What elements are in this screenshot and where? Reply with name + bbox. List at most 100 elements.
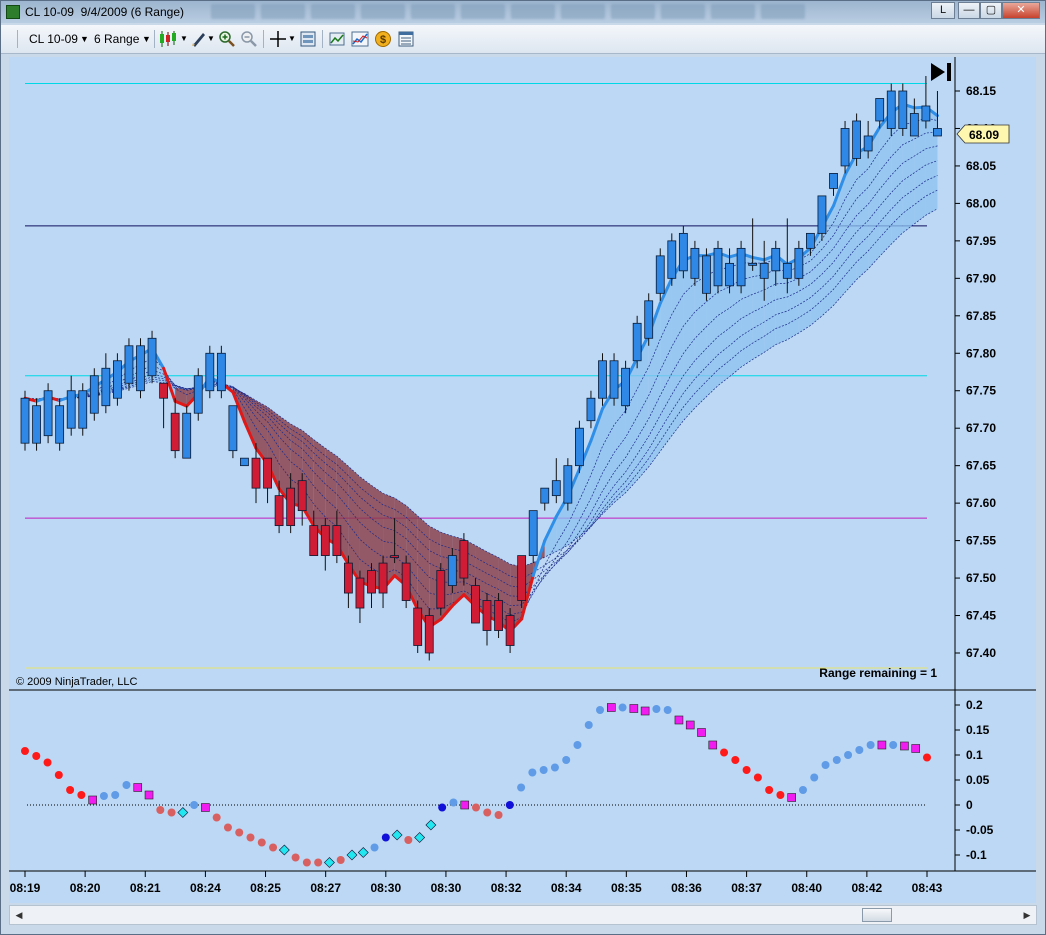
- oscillator-dot: [528, 768, 537, 777]
- price-axis-label: 67.70: [966, 421, 996, 435]
- oscillator-axis-label: 0.15: [966, 723, 990, 737]
- app-icon: [6, 5, 20, 19]
- chart-panel[interactable]: 68.1568.1068.0568.0067.9567.9067.8567.80…: [9, 57, 1036, 903]
- svg-text:$: $: [380, 34, 386, 46]
- scroll-right-icon[interactable]: ▶: [1020, 908, 1034, 922]
- oscillator-dot: [505, 801, 514, 809]
- candle-body: [517, 555, 527, 601]
- zoom-out-icon[interactable]: [240, 30, 258, 48]
- interval-dropdown-icon[interactable]: ▼: [142, 30, 151, 48]
- oscillator-dot: [810, 773, 819, 782]
- candle-body: [89, 375, 99, 414]
- candle-body: [875, 98, 885, 122]
- horizontal-scrollbar[interactable]: ◀ ▶: [9, 905, 1037, 925]
- candle-body: [655, 255, 665, 294]
- ribbon-segment: [879, 112, 892, 257]
- candle-body: [20, 397, 30, 444]
- oscillator-dot: [832, 756, 841, 764]
- oscillator-dot: [291, 853, 300, 862]
- candle-body: [702, 255, 711, 294]
- oscillator-dot: [923, 753, 931, 762]
- candle-body: [147, 337, 157, 377]
- ribbon-segment: [683, 255, 695, 421]
- candle-body: [471, 585, 480, 624]
- candle-body: [367, 570, 376, 594]
- oscillator-dot: [381, 833, 390, 842]
- current-price-label: 68.09: [969, 128, 999, 142]
- candle-body: [921, 105, 931, 122]
- candle-body: [909, 113, 919, 137]
- oscillator-axis-label: -0.05: [966, 823, 994, 837]
- price-axis-label: 67.55: [966, 534, 996, 548]
- time-axis-label: 08:30: [370, 881, 401, 895]
- oscillator-dot: [798, 786, 807, 794]
- instrument-selector[interactable]: CL 10-09: [29, 30, 78, 48]
- pin-button[interactable]: L: [931, 2, 955, 19]
- oscillator-square: [629, 704, 639, 713]
- instrument-dropdown-icon[interactable]: ▼: [80, 30, 89, 48]
- oscillator-dot: [269, 843, 278, 852]
- oscillator-square: [133, 783, 143, 792]
- toolbar-separator: [154, 30, 155, 48]
- oscillator-dot: [889, 741, 898, 749]
- indicators-icon[interactable]: [329, 30, 347, 48]
- candlestick-style-icon[interactable]: [159, 30, 181, 48]
- oscillator-dot: [855, 746, 864, 754]
- oscillator-dot: [517, 783, 526, 792]
- candle-body: [55, 405, 65, 444]
- candle-body: [898, 90, 908, 129]
- ribbon-segment: [856, 146, 869, 280]
- candle-body: [170, 412, 180, 452]
- candle-body: [863, 135, 873, 152]
- toolbar-grip: [17, 30, 18, 48]
- interval-selector[interactable]: 6 Range: [94, 30, 139, 48]
- price-axis-label: 67.40: [966, 646, 996, 660]
- close-button[interactable]: ✕: [1002, 2, 1040, 19]
- price-axis-label: 67.80: [966, 346, 996, 360]
- candle-body: [401, 562, 411, 601]
- zoom-in-icon[interactable]: [218, 30, 236, 48]
- chart-toolbar: CL 10-09 ▼ 6 Range ▼ ▼ ▼ ▼ $: [1, 25, 1045, 54]
- candle-body: [725, 262, 734, 287]
- time-axis-label: 08:21: [130, 881, 161, 895]
- time-axis-label: 08:20: [70, 881, 101, 895]
- oscillator-square: [606, 703, 616, 712]
- candle-body: [193, 375, 203, 414]
- oscillator-dot: [753, 773, 762, 782]
- oscillator-dot: [77, 791, 86, 799]
- price-axis-label: 67.45: [966, 609, 996, 623]
- candle-body: [66, 390, 76, 429]
- oscillator-axis-label: 0.2: [966, 698, 983, 712]
- oscillator-square: [900, 741, 909, 751]
- maximize-button[interactable]: ▢: [980, 2, 1002, 19]
- price-axis-label: 68.00: [966, 196, 996, 210]
- candle-body: [852, 120, 861, 159]
- oscillator-dot: [866, 741, 875, 749]
- candle-body: [598, 360, 607, 399]
- properties-icon[interactable]: [397, 30, 415, 48]
- ribbon-segment: [660, 278, 672, 452]
- data-box-icon[interactable]: [299, 30, 317, 48]
- style-dropdown-icon[interactable]: ▼: [180, 30, 188, 48]
- candle-body: [436, 570, 446, 609]
- candle-body: [563, 465, 573, 504]
- title-bar[interactable]: CL 10-09 9/4/2009 (6 Range) L — ▢ ✕: [1, 1, 1045, 23]
- scroll-thumb[interactable]: [862, 908, 892, 922]
- minimize-button[interactable]: —: [958, 2, 980, 19]
- order-icon[interactable]: $: [374, 30, 392, 48]
- oscillator-dot: [336, 856, 345, 864]
- oscillator-dot: [596, 706, 605, 714]
- oscillator-dot: [111, 791, 120, 799]
- strategies-icon[interactable]: [351, 30, 369, 48]
- crosshair-dropdown-icon[interactable]: ▼: [288, 30, 296, 48]
- drawing-tool-icon[interactable]: [190, 30, 208, 48]
- candle-body: [829, 173, 838, 189]
- time-axis-label: 08:34: [551, 881, 582, 895]
- candle-body: [101, 367, 111, 407]
- crosshair-icon[interactable]: [269, 30, 287, 48]
- candle-body: [632, 322, 642, 362]
- scroll-left-icon[interactable]: ◀: [12, 908, 26, 922]
- drawing-dropdown-icon[interactable]: ▼: [207, 30, 215, 48]
- candle-body: [447, 555, 457, 586]
- candle-body: [228, 405, 238, 452]
